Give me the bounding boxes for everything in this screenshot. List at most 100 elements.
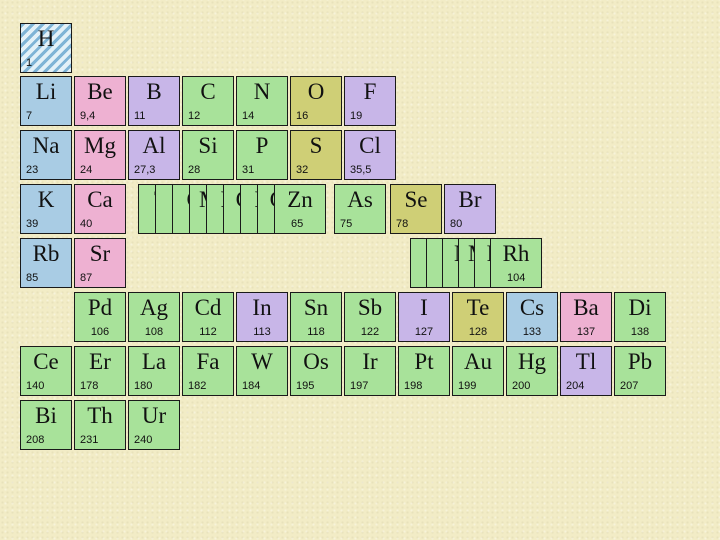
atomic-weight: 231	[80, 434, 99, 446]
element-fa: Fa 182	[182, 346, 234, 396]
element-rh: Rh 104	[490, 238, 542, 288]
atomic-weight: 75	[340, 218, 353, 230]
atomic-weight: 78	[396, 218, 409, 230]
element-br: Br 80	[444, 184, 496, 234]
element-cd: Cd 112	[182, 292, 234, 342]
element-symbol: P	[255, 133, 269, 158]
element-symbol: Si	[198, 133, 218, 158]
atomic-weight: 14	[242, 110, 255, 122]
element-symbol: Th	[87, 403, 113, 428]
element-symbol: Se	[404, 187, 428, 212]
element-symbol: Rb	[32, 241, 60, 266]
element-o: O 16	[290, 76, 342, 126]
atomic-weight: 208	[26, 434, 45, 446]
element-symbol: Mg	[84, 133, 116, 158]
atomic-weight: 35,5	[350, 164, 372, 176]
element-ag: Ag 108	[128, 292, 180, 342]
element-ir: Ir 197	[344, 346, 396, 396]
atomic-weight: 113	[253, 326, 271, 338]
atomic-weight: 16	[296, 110, 309, 122]
element-sb: Sb 122	[344, 292, 396, 342]
element-symbol: N	[253, 79, 271, 104]
element-symbol: S	[309, 133, 323, 158]
element-i: I 127	[398, 292, 450, 342]
atomic-weight: 31	[242, 164, 255, 176]
element-di: Di 138	[614, 292, 666, 342]
element-symbol: Tl	[575, 349, 597, 374]
atomic-weight: 128	[468, 326, 488, 338]
atomic-weight: 19	[350, 110, 363, 122]
element-symbol: C	[200, 79, 216, 104]
element-k: K 39	[20, 184, 72, 234]
element-symbol: Ir	[362, 349, 378, 374]
element-si: Si 28	[182, 130, 234, 180]
element-symbol: Sb	[357, 295, 383, 320]
atomic-weight: 40	[80, 218, 93, 230]
element-symbol: H	[37, 26, 55, 51]
element-symbol: I	[420, 295, 428, 320]
element-symbol: Na	[32, 133, 60, 158]
element-symbol: Cl	[359, 133, 381, 158]
atomic-weight: 39	[26, 218, 39, 230]
element-ba: Ba 137	[560, 292, 612, 342]
atomic-weight: 127	[414, 326, 434, 338]
element-symbol: Ce	[33, 349, 59, 374]
element-cs: Cs 133	[506, 292, 558, 342]
element-cl: Cl 35,5	[344, 130, 396, 180]
element-se: Se 78	[390, 184, 442, 234]
element-bi: Bi 208	[20, 400, 72, 450]
element-symbol: Hg	[517, 349, 547, 374]
element-symbol: Cd	[194, 295, 222, 320]
periodic-table: H 1 Li 7 Be 9,4 B 11 C 12 N 14 O 16 F 19 Na 23 Mg 24 Al 27,3 S…	[0, 0, 720, 540]
element-symbol: Sr	[89, 241, 111, 266]
element-symbol: Ur	[141, 403, 167, 428]
atomic-weight: 112	[199, 326, 217, 338]
element-s: S 32	[290, 130, 342, 180]
element-symbol: Br	[458, 187, 482, 212]
element-in: In 113	[236, 292, 288, 342]
element-symbol: Rh	[502, 241, 530, 266]
atomic-weight: 87	[80, 272, 93, 284]
element-symbol: F	[363, 79, 377, 104]
atomic-weight: 197	[350, 380, 369, 392]
element-th: Th 231	[74, 400, 126, 450]
element-symbol: La	[141, 349, 167, 374]
element-pt: Pt 198	[398, 346, 450, 396]
element-symbol: In	[252, 295, 272, 320]
atomic-weight: 180	[134, 380, 153, 392]
element-symbol: Bi	[35, 403, 57, 428]
element-symbol: Fa	[196, 349, 220, 374]
atomic-weight: 28	[188, 164, 201, 176]
element-ur: Ur 240	[128, 400, 180, 450]
atomic-weight: 104	[507, 272, 526, 284]
atomic-weight: 200	[512, 380, 531, 392]
atomic-weight: 108	[144, 326, 164, 338]
atomic-weight: 182	[188, 380, 207, 392]
element-symbol: As	[347, 187, 373, 212]
element-tl: Tl 204	[560, 346, 612, 396]
element-symbol: Li	[35, 79, 57, 104]
element-ca: Ca 40	[74, 184, 126, 234]
atomic-weight: 85	[26, 272, 39, 284]
element-symbol: Au	[463, 349, 493, 374]
element-p: P 31	[236, 130, 288, 180]
atomic-weight: 118	[307, 326, 325, 338]
element-ce: Ce 140	[20, 346, 72, 396]
element-symbol: Al	[142, 133, 166, 158]
element-na: Na 23	[20, 130, 72, 180]
element-al: Al 27,3	[128, 130, 180, 180]
atomic-weight: 27,3	[134, 164, 156, 176]
element-be: Be 9,4	[74, 76, 126, 126]
atomic-weight: 23	[26, 164, 39, 176]
element-symbol: Pb	[627, 349, 653, 374]
atomic-weight: 240	[134, 434, 153, 446]
atomic-weight: 1	[26, 57, 33, 69]
element-h: H1	[20, 23, 72, 73]
atomic-weight: 80	[450, 218, 463, 230]
atomic-weight: 204	[566, 380, 585, 392]
atomic-weight: 122	[360, 326, 380, 338]
atomic-weight: 184	[242, 380, 261, 392]
atomic-weight: 133	[522, 326, 542, 338]
element-er: Er 178	[74, 346, 126, 396]
element-as: As 75	[334, 184, 386, 234]
